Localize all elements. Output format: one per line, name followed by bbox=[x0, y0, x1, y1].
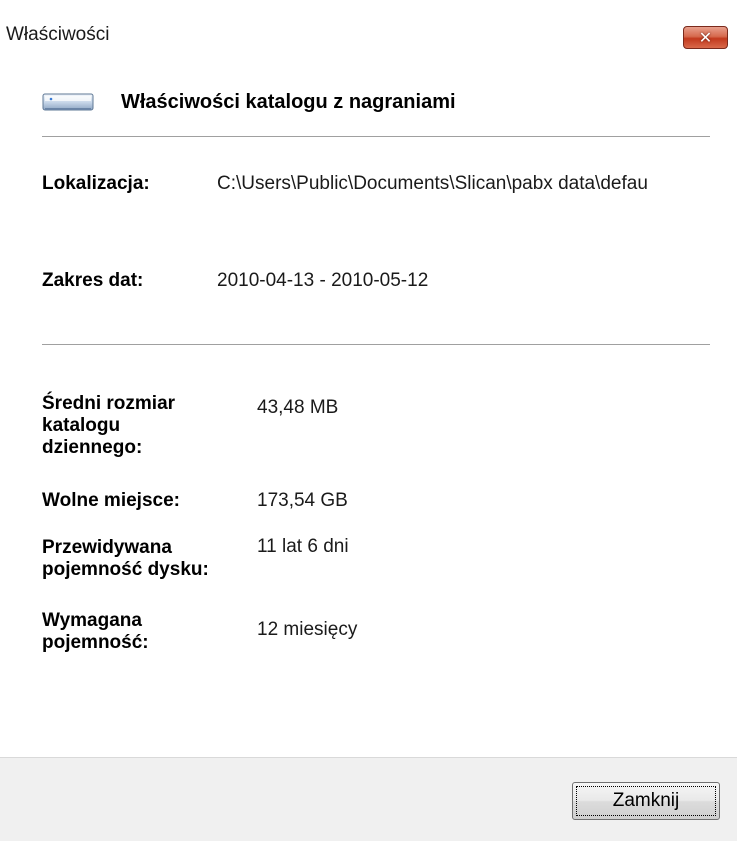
window-close-button[interactable]: ✕ bbox=[683, 26, 728, 49]
close-button[interactable]: Zamknij bbox=[572, 782, 720, 820]
required-label-line2: pojemność: bbox=[42, 632, 149, 653]
window-title: Właściwości bbox=[6, 24, 110, 45]
avg-size-label-line3: dziennego: bbox=[42, 437, 143, 458]
location-label: Lokalizacja: bbox=[42, 173, 150, 194]
predicted-label-line1: Przewidywana bbox=[42, 537, 172, 558]
folder-drive-icon bbox=[42, 93, 94, 111]
predicted-label-line2: pojemność dysku: bbox=[42, 559, 209, 580]
avg-size-label-line2: katalogu bbox=[42, 415, 121, 436]
free-space-value: 173,54 GB bbox=[257, 490, 348, 511]
separator-top bbox=[42, 136, 710, 138]
close-button-label: Zamknij bbox=[576, 786, 716, 816]
date-range-label: Zakres dat: bbox=[42, 270, 144, 291]
separator-middle bbox=[42, 344, 710, 346]
required-capacity-value: 12 miesięcy bbox=[257, 619, 358, 640]
predicted-capacity-value: 11 lat 6 dni bbox=[257, 536, 349, 557]
location-value: C:\Users\Public\Documents\Slican\pabx da… bbox=[217, 173, 648, 194]
avg-size-value: 43,48 MB bbox=[257, 397, 339, 418]
required-label-line1: Wymagana bbox=[42, 610, 142, 631]
close-icon: ✕ bbox=[698, 28, 713, 47]
required-capacity-label: Wymagana pojemność: bbox=[42, 610, 149, 654]
date-range-value: 2010-04-13 - 2010-05-12 bbox=[217, 270, 429, 291]
avg-size-label-line1: Średni rozmiar bbox=[42, 393, 176, 414]
avg-size-label: Średni rozmiar katalogu dziennego: bbox=[42, 393, 175, 459]
title-bar: Właściwości ✕ bbox=[0, 0, 737, 60]
properties-dialog: Właściwości ✕ Właściwości katalogu z nag… bbox=[0, 0, 737, 841]
dialog-heading: Właściwości katalogu z nagraniami bbox=[121, 91, 456, 113]
predicted-capacity-label: Przewidywana pojemność dysku: bbox=[42, 537, 209, 581]
free-space-label: Wolne miejsce: bbox=[42, 490, 180, 511]
